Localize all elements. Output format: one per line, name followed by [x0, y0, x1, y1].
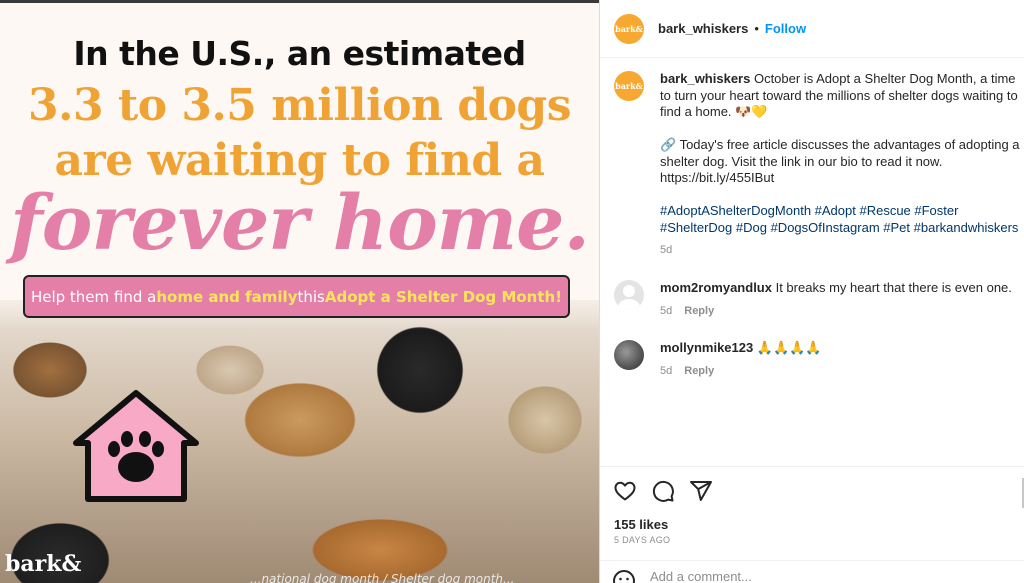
image-bottom-caption: ...national dog month / Shelter dog mont… [250, 572, 515, 583]
banner-highlight-2: Adopt a Shelter Dog Month! [324, 287, 563, 306]
post-header: bark& bark_whiskers • Follow [600, 0, 1024, 58]
headline-line-2: 3.3 to 3.5 million dogs [28, 80, 571, 131]
top-divider [0, 0, 599, 3]
paw-house-icon [73, 390, 199, 502]
headline-line-4: forever home. [10, 178, 590, 267]
author-avatar[interactable]: bark& [614, 13, 644, 44]
smiley-icon[interactable] [612, 569, 636, 583]
caption-time: 5d [660, 244, 673, 256]
caption-entry: bark& bark_whiskers October is Adopt a S… [614, 71, 1020, 259]
comment-icon[interactable] [650, 478, 676, 504]
header-separator: • [754, 21, 759, 36]
action-bar [600, 466, 1024, 514]
caption-hashtags[interactable]: #AdoptAShelterDogMonth #Adopt #Rescue #F… [660, 203, 1020, 236]
comment-item: mom2romyandlux It breaks my heart that t… [614, 280, 1020, 319]
comments-area[interactable]: bark& bark_whiskers October is Adopt a S… [600, 59, 1024, 466]
author-username[interactable]: bark_whiskers [658, 21, 748, 36]
comment-username[interactable]: mom2romyandlux [660, 280, 772, 295]
banner-highlight-1: home and family [156, 287, 298, 306]
caption-text-2: 🔗 Today's free article discusses the adv… [660, 137, 1020, 185]
likes-count[interactable]: 155 likes [614, 517, 668, 532]
share-icon[interactable] [688, 478, 714, 504]
comment-text: It breaks my heart that there is even on… [771, 280, 1012, 295]
follow-button[interactable]: Follow [765, 21, 806, 36]
brand-logo: bark& [5, 551, 82, 577]
banner-text-2: this [297, 287, 325, 306]
comment-text: 🙏🙏🙏🙏 [753, 340, 822, 355]
add-comment-input[interactable] [650, 569, 950, 583]
caption-avatar[interactable]: bark& [614, 71, 644, 101]
heart-icon[interactable] [612, 478, 638, 504]
banner-text-1: Help them find a [30, 287, 157, 306]
reply-button[interactable]: Reply [684, 365, 714, 377]
commenter-avatar[interactable] [614, 340, 644, 370]
add-comment-bar [600, 560, 1024, 583]
commenter-avatar[interactable] [614, 280, 644, 310]
comment-username[interactable]: mollynmike123 [660, 340, 753, 355]
comment-time: 5d [660, 364, 673, 377]
headline-line-1: In the U.S., an estimated [73, 34, 526, 73]
comment-time: 5d [660, 304, 673, 317]
reply-button[interactable]: Reply [684, 305, 714, 317]
post-date: 5 DAYS AGO [614, 535, 671, 545]
post-side-panel: bark& bark_whiskers • Follow bark& bark_… [599, 0, 1024, 583]
cta-banner: Help them find a home and family this Ad… [23, 275, 570, 318]
post-image[interactable]: In the U.S., an estimated 3.3 to 3.5 mil… [0, 0, 599, 583]
caption-username[interactable]: bark_whiskers [660, 71, 750, 86]
comment-item: mollynmike123 🙏🙏🙏🙏 5d Reply [614, 340, 1020, 379]
